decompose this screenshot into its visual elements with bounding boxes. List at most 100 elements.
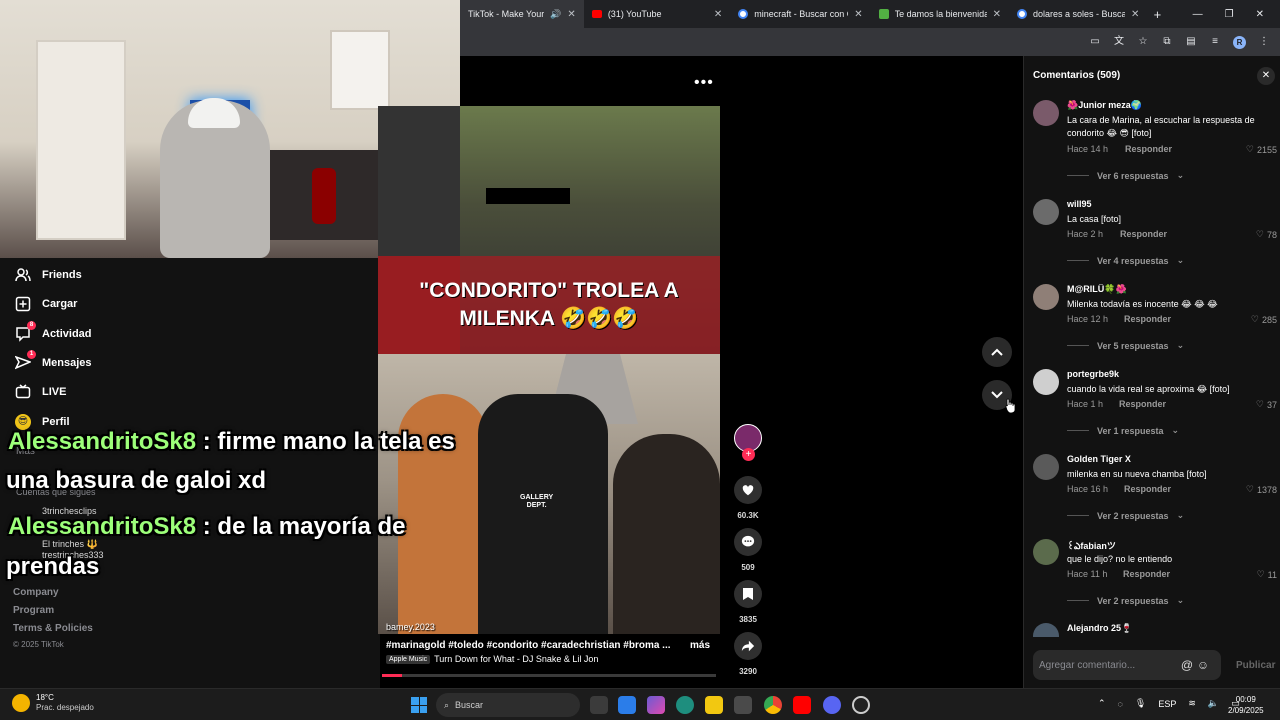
- close-tab-icon[interactable]: ✕: [993, 9, 1001, 20]
- tab-minecraft-search[interactable]: minecraft - Buscar con Go ✕: [730, 0, 870, 28]
- close-window-icon[interactable]: ✕: [1256, 9, 1264, 20]
- translate-icon[interactable]: 文: [1113, 36, 1125, 48]
- description-more-link[interactable]: más: [690, 640, 710, 651]
- reply-button[interactable]: Responder: [1124, 484, 1171, 494]
- sidebar-item-actividad[interactable]: 8 Actividad: [14, 321, 214, 343]
- comment-username[interactable]: 🌺Junior meza🌍: [1067, 100, 1142, 111]
- follow-plus-icon[interactable]: +: [742, 448, 755, 461]
- reply-button[interactable]: Responder: [1125, 144, 1172, 154]
- edge-app-icon[interactable]: [676, 696, 694, 714]
- start-button[interactable]: [411, 697, 427, 713]
- view-replies-button[interactable]: Ver 6 respuestas ⌄: [1067, 170, 1184, 181]
- close-tab-icon[interactable]: ✕: [854, 9, 862, 20]
- close-tab-icon[interactable]: ✕: [1131, 9, 1139, 20]
- close-tab-icon[interactable]: ✕: [714, 9, 722, 20]
- comment-username[interactable]: Alejandro 25🍷: [1067, 623, 1132, 634]
- kebab-menu-icon[interactable]: ⋮: [1258, 36, 1270, 48]
- view-replies-button[interactable]: Ver 2 respuestas ⌄: [1067, 595, 1184, 606]
- task-view-icon[interactable]: [590, 696, 608, 714]
- tab-welcome[interactable]: Te damos la bienvenida a ✕: [871, 0, 1009, 28]
- wifi-icon[interactable]: ≋: [1188, 698, 1196, 709]
- new-tab-button[interactable]: +: [1147, 7, 1167, 22]
- sidebar-item-mensajes[interactable]: 1 Mensajes: [14, 350, 214, 372]
- video-progress-bar[interactable]: [382, 674, 716, 677]
- footer-company-link[interactable]: Company: [13, 587, 59, 598]
- video-hashtags[interactable]: #marinagold #toledo #condorito #caradech…: [386, 640, 671, 651]
- close-comments-button[interactable]: ✕: [1257, 67, 1275, 85]
- restore-icon[interactable]: ❐: [1225, 9, 1234, 20]
- reply-button[interactable]: Responder: [1124, 314, 1171, 324]
- taskbar-search[interactable]: ⌕ Buscar: [436, 693, 580, 717]
- bookmark-star-icon[interactable]: ☆: [1137, 36, 1149, 48]
- footer-terms-link[interactable]: Terms & Policies: [13, 623, 93, 634]
- music-info[interactable]: Apple Music Turn Down for What - DJ Snak…: [386, 654, 598, 664]
- notepad-app-icon[interactable]: [618, 696, 636, 714]
- file-explorer-icon[interactable]: [705, 696, 723, 714]
- obs-app-icon[interactable]: [852, 696, 870, 714]
- volume-icon[interactable]: 🔈: [1208, 698, 1219, 709]
- speaker-icon[interactable]: 🔊: [550, 9, 561, 20]
- like-button[interactable]: [734, 476, 762, 504]
- reply-button[interactable]: Responder: [1119, 399, 1166, 409]
- comment-avatar[interactable]: [1033, 100, 1059, 126]
- reply-button[interactable]: Responder: [1123, 569, 1170, 579]
- network-icon[interactable]: ◌: [1118, 699, 1123, 709]
- reply-button[interactable]: Responder: [1120, 229, 1167, 239]
- weather-widget[interactable]: 18°C Prac. despejado: [12, 693, 94, 713]
- tab-dolares-search[interactable]: dolares a soles - Buscar co ✕: [1009, 0, 1147, 28]
- comment-like-button[interactable]: ♡ 285: [1251, 314, 1277, 325]
- comment-avatar[interactable]: [1033, 369, 1059, 395]
- sidebar-item-cargar[interactable]: Cargar: [14, 295, 214, 313]
- video-player[interactable]: "CONDORITO" TROLEA A MILENKA 🤣🤣🤣 GALLERY…: [378, 106, 720, 634]
- cast-icon[interactable]: ▭: [1089, 36, 1101, 48]
- footer-program-link[interactable]: Program: [13, 605, 54, 616]
- comment-like-button[interactable]: ♡ 78: [1256, 229, 1277, 240]
- sidepanel-icon[interactable]: ▤: [1185, 36, 1197, 48]
- comment-input[interactable]: [1039, 659, 1179, 671]
- comment-avatar[interactable]: [1033, 199, 1059, 225]
- minimize-icon[interactable]: —: [1193, 9, 1203, 20]
- comment-avatar[interactable]: [1033, 454, 1059, 480]
- comment-button[interactable]: [734, 528, 762, 556]
- chevron-up-icon[interactable]: ⌃: [1098, 698, 1106, 709]
- tab-tiktok[interactable]: TikTok - Make Your 🔊 ✕: [460, 0, 584, 28]
- comment-input-bar[interactable]: @ ☺: [1033, 650, 1221, 680]
- comment-avatar[interactable]: [1033, 539, 1059, 565]
- view-replies-button[interactable]: Ver 2 respuestas ⌄: [1067, 510, 1184, 521]
- emoji-icon[interactable]: ☺: [1195, 658, 1211, 672]
- previous-video-button[interactable]: [982, 337, 1012, 367]
- comment-like-button[interactable]: ♡ 11: [1257, 569, 1277, 580]
- chrome-app-icon[interactable]: [764, 696, 782, 714]
- comment-like-button[interactable]: ♡ 37: [1256, 399, 1277, 410]
- media-controls-icon[interactable]: ≡: [1209, 36, 1221, 48]
- comment-like-button[interactable]: ♡ 1378: [1246, 484, 1277, 495]
- extensions-icon[interactable]: ⧉: [1161, 36, 1173, 48]
- store-app-icon[interactable]: [734, 696, 752, 714]
- comment-username[interactable]: portegrbe9k: [1067, 369, 1119, 379]
- language-indicator[interactable]: ESP: [1158, 699, 1176, 709]
- view-replies-button[interactable]: Ver 1 respuesta ⌄: [1067, 425, 1179, 436]
- view-replies-button[interactable]: Ver 4 respuestas ⌄: [1067, 255, 1184, 266]
- save-button[interactable]: [734, 580, 762, 608]
- comment-username[interactable]: Golden Tiger X: [1067, 454, 1131, 464]
- taskbar-clock[interactable]: 00:09 2/09/2025: [1228, 694, 1264, 716]
- microphone-icon[interactable]: 🎙: [1135, 698, 1146, 709]
- sidebar-item-live[interactable]: LIVE: [14, 383, 214, 401]
- comment-avatar[interactable]: [1033, 623, 1059, 637]
- comment-username[interactable]: ꒰ఎfabianツ: [1067, 539, 1116, 554]
- close-tab-icon[interactable]: ✕: [567, 9, 575, 20]
- more-options-icon[interactable]: •••: [694, 74, 714, 92]
- sidebar-item-friends[interactable]: Friends: [14, 266, 214, 284]
- video-author[interactable]: bamey.2023: [386, 622, 435, 632]
- comment-username[interactable]: will95: [1067, 199, 1092, 209]
- tab-youtube[interactable]: (31) YouTube ✕: [584, 0, 730, 28]
- mention-icon[interactable]: @: [1179, 658, 1195, 672]
- youtube-app-icon[interactable]: [793, 696, 811, 714]
- comment-avatar[interactable]: [1033, 284, 1059, 310]
- copilot-app-icon[interactable]: [647, 696, 665, 714]
- view-replies-button[interactable]: Ver 5 respuestas ⌄: [1067, 340, 1184, 351]
- profile-avatar[interactable]: R: [1233, 35, 1246, 49]
- post-comment-button[interactable]: Publicar: [1236, 660, 1275, 671]
- share-button[interactable]: [734, 632, 762, 660]
- comment-username[interactable]: M@RILÜ🍀🌺: [1067, 284, 1127, 295]
